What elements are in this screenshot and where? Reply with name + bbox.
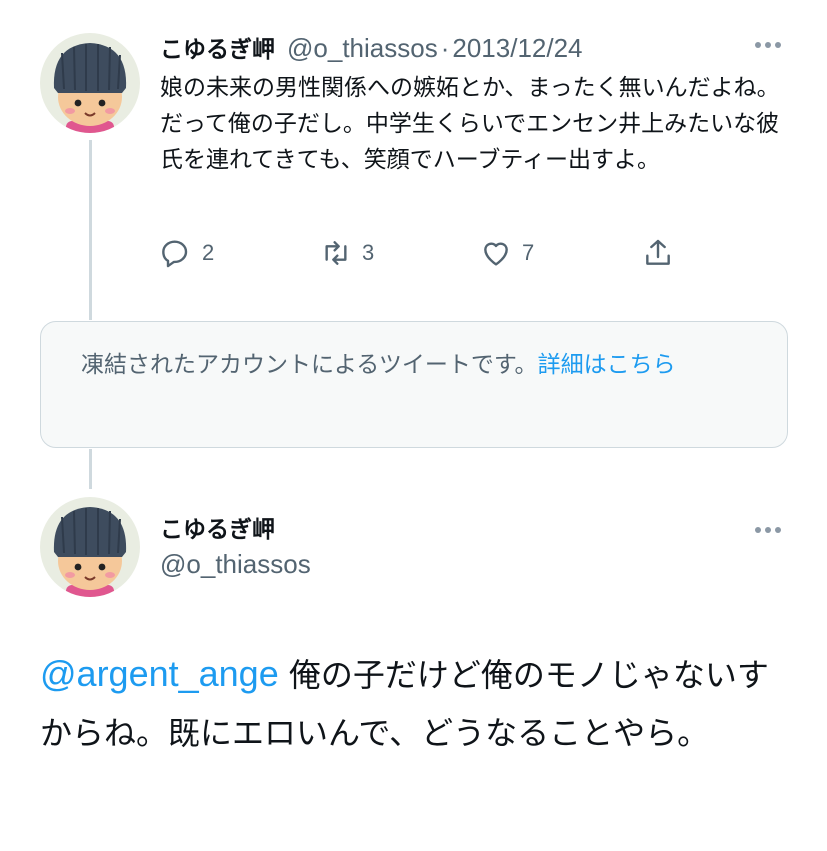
reply-count: 2 <box>202 240 215 265</box>
reply-button[interactable]: 2 <box>160 233 214 273</box>
handle[interactable]: @o_thiassos <box>287 33 438 64</box>
suspended-account-notice: 凍結されたアカウントによるツイートです。詳細はこちら <box>40 321 788 448</box>
timestamp[interactable]: 2013/12/24 <box>452 33 582 64</box>
like-icon <box>480 237 512 269</box>
avatar[interactable] <box>40 497 140 597</box>
notice-text: 凍結されたアカウントによるツイートです。 <box>81 352 538 378</box>
thread-line <box>89 449 92 489</box>
separator: · <box>440 33 450 63</box>
display-name[interactable]: こゆるぎ岬 <box>160 510 275 544</box>
tweet-actions: 2 3 7 <box>160 233 700 273</box>
retweet-count: 3 <box>362 240 375 265</box>
tweet-text: @argent_ange 俺の子だけど俺のモノじゃないすからね。既にエロいんで、… <box>40 645 800 762</box>
share-icon <box>642 237 674 269</box>
more-options-icon[interactable] <box>753 39 783 51</box>
tweet-text: 娘の未来の男性関係への嫉妬とか、まったく無いんだよね。だって俺の子だし。中学生く… <box>160 75 780 173</box>
learn-more-link[interactable]: 詳細はこちら <box>538 352 676 378</box>
retweet-button[interactable]: 3 <box>320 233 374 273</box>
like-count: 7 <box>522 240 535 265</box>
retweet-icon <box>320 237 352 269</box>
display-name[interactable]: こゆるぎ岬 <box>160 30 275 64</box>
handle[interactable]: @o_thiassos <box>160 549 311 580</box>
share-button[interactable] <box>642 233 674 273</box>
more-options-icon[interactable] <box>753 524 783 536</box>
tweet-header: こゆるぎ岬 @o_thiassos · 2013/12/24 <box>160 30 583 64</box>
avatar[interactable] <box>40 33 140 133</box>
thread-line <box>89 140 92 320</box>
mention-link[interactable]: @argent_ange <box>40 653 279 694</box>
reply-icon <box>160 237 192 269</box>
like-button[interactable]: 7 <box>480 233 534 273</box>
